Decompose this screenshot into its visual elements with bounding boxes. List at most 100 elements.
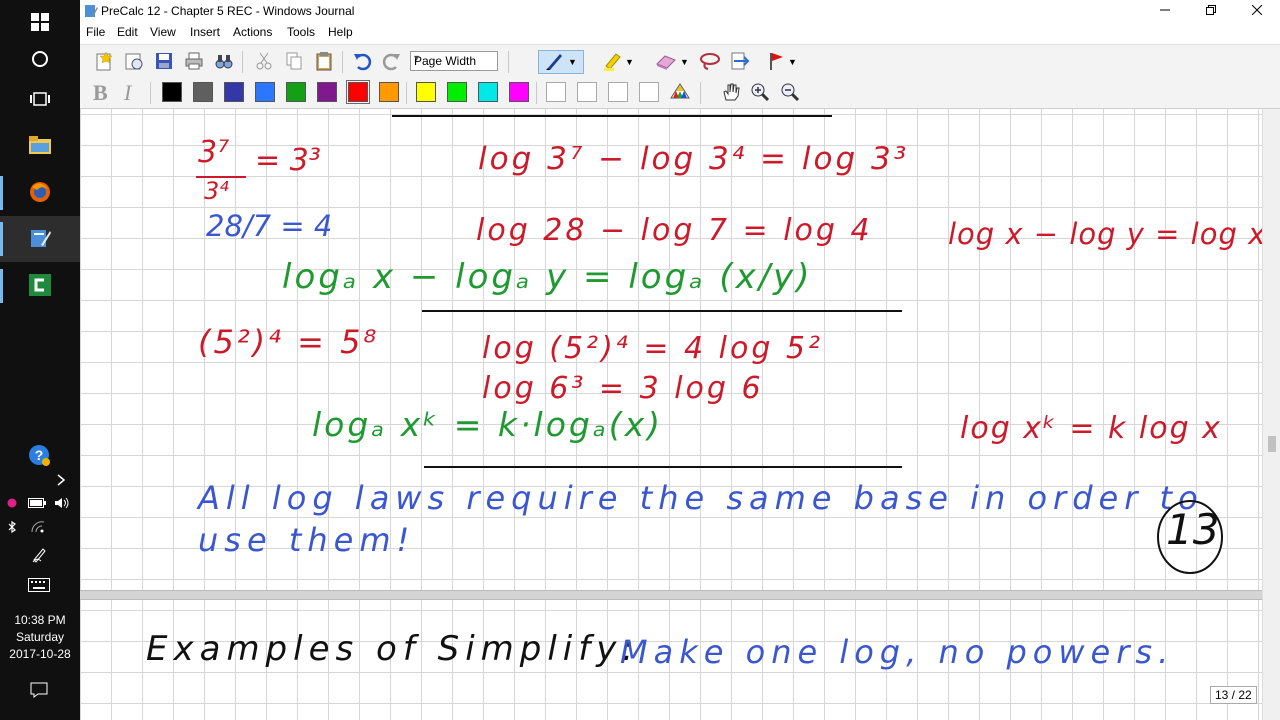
color-swatch-dark-blue[interactable] [224,82,244,102]
minimize-button[interactable] [1142,0,1188,22]
note-fraction-numerator: 3⁷ [198,135,230,170]
chevron-down-icon: ▼ [680,57,689,67]
save-button[interactable] [152,50,176,74]
journal-icon [29,227,51,252]
vertical-scrollbar[interactable] [1262,109,1280,720]
journal-app-icon [84,4,98,21]
zoom-out-icon [780,82,800,105]
zoom-dropdown[interactable]: Page Width ▾ [410,51,498,71]
toolbar-separator [508,51,509,73]
menu-insert[interactable]: Insert [190,25,220,39]
color-swatch-blue[interactable] [255,82,275,102]
action-center-button[interactable] [26,680,52,702]
journal-page[interactable]: 3⁷ 3⁴ = 3³ log 3⁷ − log 3⁴ = log 3³ 28/7… [80,109,1262,720]
restore-button[interactable] [1188,0,1234,22]
open-button[interactable] [122,50,146,74]
redo-button[interactable] [380,50,404,74]
print-icon [184,51,204,74]
paste-button[interactable] [312,50,336,74]
color-swatch-yellow[interactable] [416,82,436,102]
close-button[interactable] [1234,0,1280,22]
record-tray-button[interactable] [4,496,20,512]
color-swatch-cyan[interactable] [478,82,498,102]
taskbar-windows-journal[interactable] [0,216,80,262]
taskbar-firefox[interactable] [0,170,80,216]
volume-tray-button[interactable] [52,496,72,512]
note-fraction-result: = 3³ [255,143,321,178]
insert-space-button[interactable] [728,50,752,74]
menu-actions[interactable]: Actions [233,25,272,39]
color-swatch-orange[interactable] [379,82,399,102]
folder-icon [29,135,51,157]
lasso-select-button[interactable] [698,50,722,74]
svg-text:?: ? [35,447,44,463]
task-view-button[interactable] [0,77,80,123]
clipboard-icon [314,51,334,74]
scrollbar-thumb[interactable] [1268,436,1276,452]
bold-button[interactable]: B [93,80,108,106]
wifi-tray-button[interactable] [28,520,48,536]
color-swatch-red[interactable] [348,82,368,102]
chevron-right-icon [56,473,66,489]
menu-help[interactable]: Help [328,25,353,39]
color-swatch-lime[interactable] [447,82,467,102]
eraser-tool-button[interactable]: ▼ [650,50,694,74]
color-swatch-white-1[interactable] [546,82,566,102]
italic-button[interactable]: I [124,80,131,106]
title-bar[interactable]: PreCalc 12 - Chapter 5 REC - Windows Jou… [80,0,1280,22]
help-tray-button[interactable]: ? [24,442,54,470]
power-law: logₐ xᵏ = k·logₐ(x) [312,405,664,444]
open-note-icon [124,51,144,74]
page-boundary [80,590,1262,600]
close-icon [1251,4,1263,18]
menu-edit[interactable]: Edit [117,25,138,39]
menu-tools[interactable]: Tools [287,25,315,39]
binoculars-icon [214,51,234,74]
underline-rule [424,466,902,468]
print-button[interactable] [182,50,206,74]
show-hidden-icons-button[interactable] [52,472,70,490]
color-swatch-white-4[interactable] [639,82,659,102]
standard-toolbar: Page Width ▾ ▼ ▼ ▼ ▼ [80,44,1280,77]
taskbar-camtasia[interactable] [0,263,80,309]
toolbar-separator [406,82,407,104]
clock[interactable]: 10:38 PM Saturday 2017-10-28 [0,612,80,663]
zoom-in-button[interactable] [748,81,772,105]
zoom-out-button[interactable] [778,81,802,105]
notification-icon [30,682,48,701]
lasso-icon [699,51,721,74]
color-swatch-magenta[interactable] [509,82,529,102]
restore-icon [1206,4,1216,18]
note-quotient-numeric: log 28 − log 7 = log 4 [476,213,873,248]
cut-button[interactable] [252,50,276,74]
toolbar-separator [342,51,343,73]
highlighter-icon [602,51,622,74]
save-icon [154,51,174,74]
pan-button[interactable] [718,81,742,105]
color-swatch-black[interactable] [162,82,182,102]
menu-view[interactable]: View [150,25,176,39]
bluetooth-tray-button[interactable] [4,520,20,536]
flag-button[interactable]: ▼ [760,50,804,74]
window-title: PreCalc 12 - Chapter 5 REC - Windows Jou… [101,4,355,18]
color-swatch-green[interactable] [286,82,306,102]
pen-style-button[interactable] [668,81,692,105]
battery-tray-button[interactable] [26,496,48,512]
pen-tray-button[interactable] [28,546,50,566]
touch-keyboard-button[interactable] [24,576,54,596]
color-swatch-purple[interactable] [317,82,337,102]
undo-button[interactable] [350,50,374,74]
new-note-button[interactable] [92,50,116,74]
bluetooth-icon [8,520,16,536]
color-swatch-white-2[interactable] [577,82,597,102]
color-swatch-gray[interactable] [193,82,213,102]
note-division-check: 28/7 = 4 [206,209,333,243]
color-swatch-white-3[interactable] [608,82,628,102]
highlighter-tool-button[interactable]: ▼ [596,50,640,74]
taskbar-file-explorer[interactable] [0,123,80,169]
task-view-icon [30,91,50,110]
find-button[interactable] [212,50,236,74]
copy-button[interactable] [282,50,306,74]
menu-file[interactable]: File [86,25,105,39]
pen-tool-button[interactable]: ▼ [538,50,584,74]
